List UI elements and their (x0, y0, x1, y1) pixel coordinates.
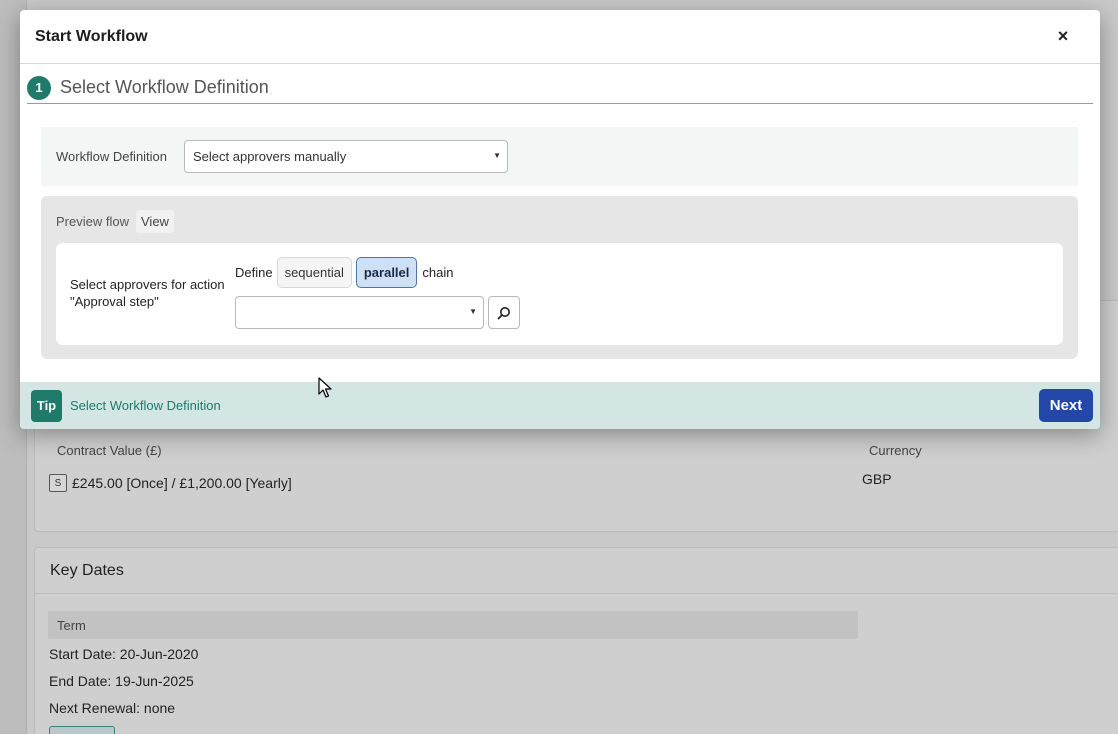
term-label: Term (57, 618, 86, 633)
step-number-badge: 1 (27, 75, 51, 100)
chain-type-row: Define sequential parallel chain (235, 257, 453, 288)
approver-select[interactable]: ▼ (235, 296, 484, 329)
start-date: Start Date: 20-Jun-2020 (49, 646, 199, 662)
partial-button[interactable] (49, 726, 115, 734)
workflow-definition-label: Workflow Definition (56, 149, 168, 164)
chain-label: chain (422, 265, 454, 280)
contract-value-label: Contract Value (£) (57, 443, 162, 458)
step-title: Select Workflow Definition (60, 77, 269, 97)
sequential-button[interactable]: sequential (276, 257, 352, 288)
modal-header: Start Workflow × (20, 10, 1100, 64)
currency-label: Currency (869, 443, 922, 458)
preview-flow-label: Preview flow (56, 214, 129, 229)
caret-down-icon: ▼ (493, 151, 501, 160)
key-dates-card: Key Dates (34, 547, 1118, 734)
define-label: Define (235, 265, 273, 280)
next-renewal: Next Renewal: none (49, 700, 176, 716)
preview-flow-panel: Preview flow View Select approvers for a… (41, 196, 1078, 359)
tip-bar: Tip Select Workflow Definition Next (20, 382, 1100, 429)
approver-card: Select approvers for action "Approval st… (56, 243, 1063, 345)
modal-title: Start Workflow (35, 27, 148, 45)
caret-down-icon: ▼ (469, 307, 477, 316)
end-date: End Date: 19-Jun-2025 (49, 673, 194, 689)
contract-value-text: £245.00 [Once] / £1,200.00 [Yearly] (72, 475, 292, 491)
start-workflow-modal: Start Workflow × 1 Select Workflow Defin… (20, 10, 1100, 429)
view-button[interactable]: View (136, 210, 174, 233)
workflow-definition-value: Select approvers manually (193, 149, 347, 164)
currency-value: GBP (862, 471, 892, 487)
approver-action-label: Select approvers for action "Approval st… (70, 277, 225, 309)
tip-badge: Tip (31, 389, 62, 422)
search-button[interactable] (488, 296, 520, 329)
parallel-button[interactable]: parallel (355, 257, 418, 288)
workflow-definition-row: Workflow Definition Select approvers man… (41, 127, 1078, 186)
step-header: 1 Select Workflow Definition (27, 72, 1093, 104)
close-button[interactable]: × (1049, 23, 1077, 51)
close-icon: × (1057, 26, 1069, 46)
tip-text: Select Workflow Definition (70, 398, 221, 413)
mouse-cursor-icon (318, 377, 332, 398)
value-type-badge: S (49, 474, 67, 492)
key-dates-heading: Key Dates (35, 548, 1118, 594)
next-button[interactable]: Next (1039, 389, 1093, 422)
search-icon (497, 306, 510, 319)
workflow-definition-select[interactable]: Select approvers manually ▼ (184, 140, 508, 173)
term-bar (48, 611, 858, 639)
